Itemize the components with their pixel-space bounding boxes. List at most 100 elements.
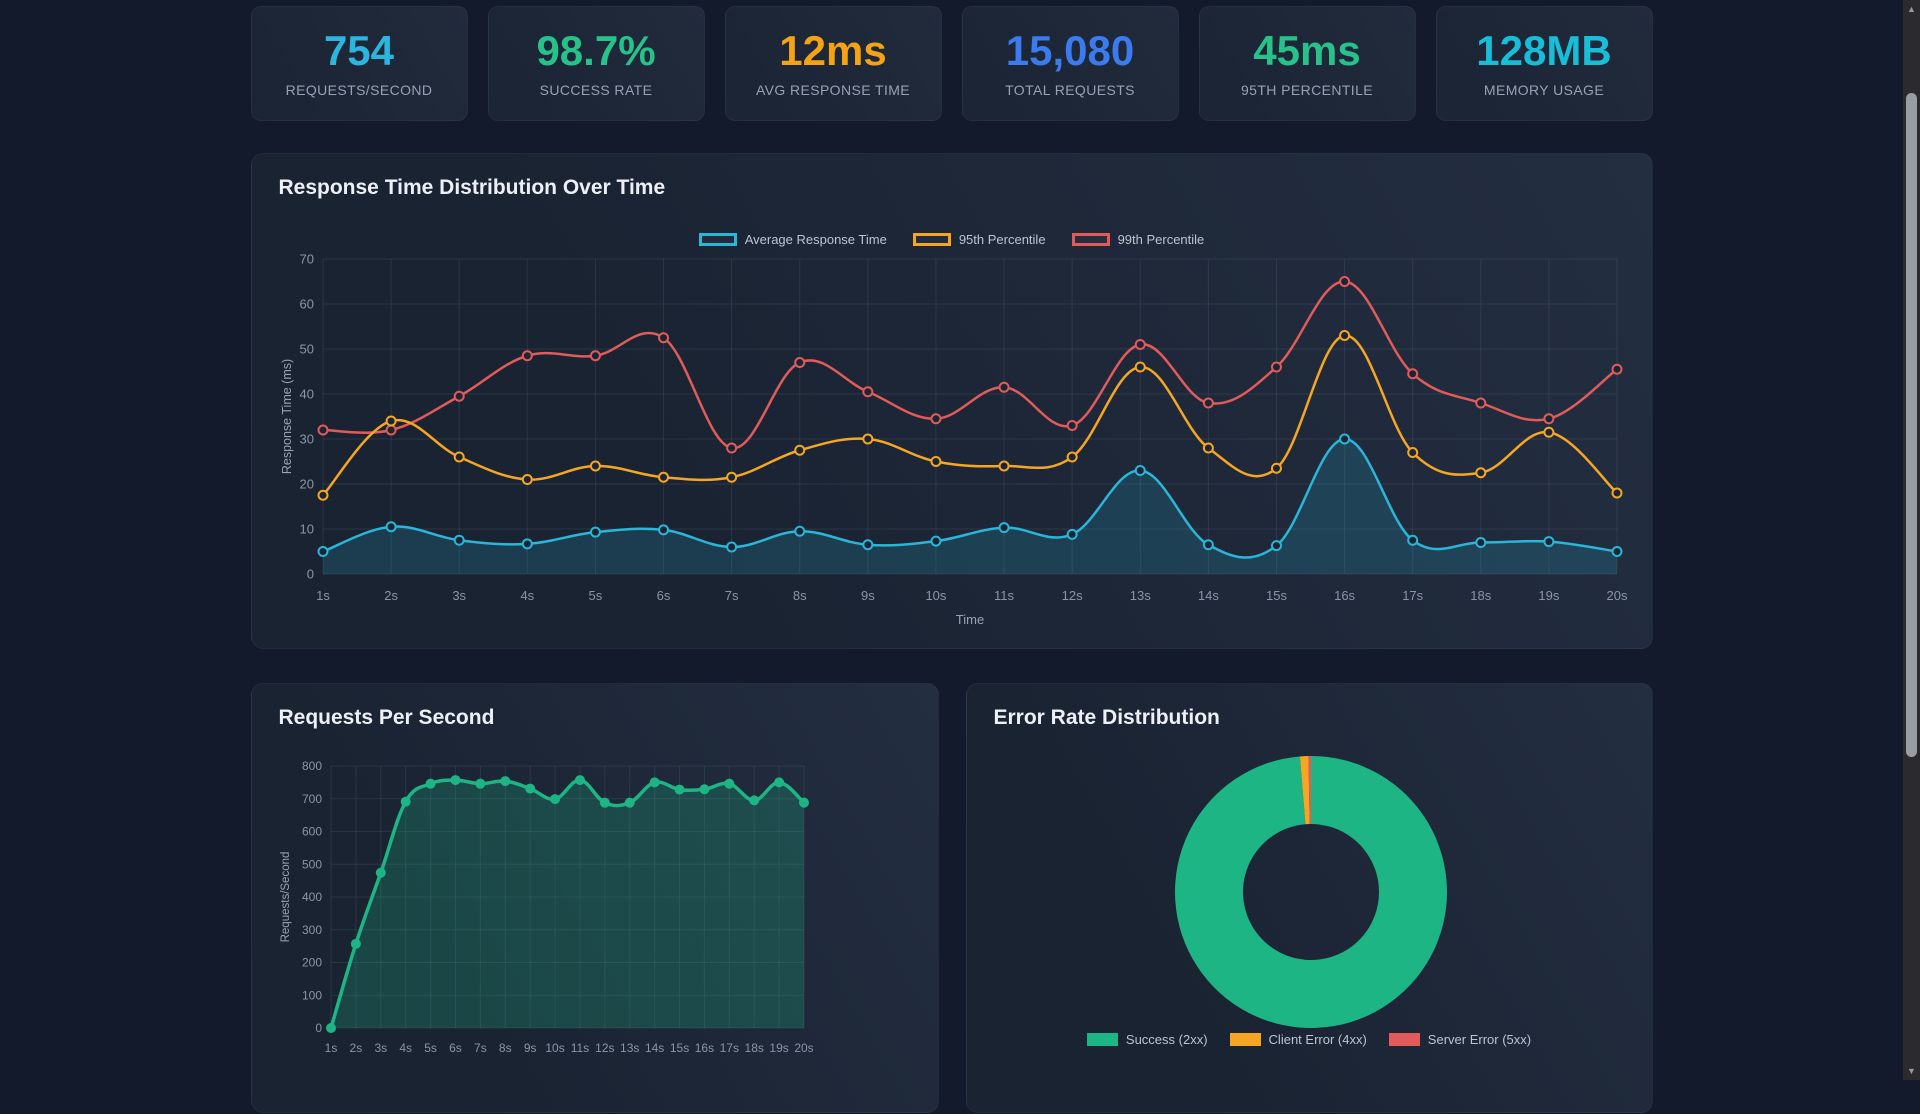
legend-item-client-error-4xx[interactable]: Client Error (4xx)	[1230, 1032, 1367, 1047]
svg-text:8s: 8s	[792, 588, 806, 603]
legend-item-success-2xx[interactable]: Success (2xx)	[1087, 1032, 1208, 1047]
svg-text:0: 0	[315, 1021, 322, 1035]
svg-text:19s: 19s	[769, 1041, 788, 1055]
legend-item-server-error-5xx[interactable]: Server Error (5xx)	[1389, 1032, 1531, 1047]
svg-text:70: 70	[299, 251, 313, 266]
stat-value: 98.7%	[536, 30, 655, 72]
svg-text:16s: 16s	[694, 1041, 713, 1055]
stat-value: 45ms	[1253, 30, 1360, 72]
stat-card-success-rate: 98.7% SUCCESS RATE	[488, 6, 705, 121]
legend-label: Client Error (4xx)	[1269, 1032, 1367, 1047]
requests-per-second-line-chart: 0 100 200 300 400 500 600 700 800 1s 2s 3s 4s 5s 6s 7s 8…	[252, 684, 940, 1114]
stat-label: AVG RESPONSE TIME	[756, 82, 910, 98]
svg-text:1s: 1s	[324, 1041, 337, 1055]
svg-text:400: 400	[301, 890, 321, 904]
svg-text:4s: 4s	[399, 1041, 412, 1055]
svg-text:10s: 10s	[545, 1041, 564, 1055]
svg-text:7s: 7s	[474, 1041, 487, 1055]
svg-text:6s: 6s	[656, 588, 670, 603]
stat-label: MEMORY USAGE	[1484, 82, 1604, 98]
svg-text:19s: 19s	[1538, 588, 1559, 603]
svg-text:20s: 20s	[1606, 588, 1627, 603]
svg-text:8s: 8s	[498, 1041, 511, 1055]
svg-text:17s: 17s	[1402, 588, 1423, 603]
x-axis-title: Time	[955, 612, 983, 627]
svg-text:18s: 18s	[1470, 588, 1491, 603]
svg-text:5s: 5s	[424, 1041, 437, 1055]
dashboard-page: 754 REQUESTS/SECOND 98.7% SUCCESS RATE 1…	[0, 0, 1903, 1080]
svg-text:600: 600	[301, 825, 321, 839]
requests-per-second-panel: Requests Per Second 01002003004005006007…	[251, 683, 939, 1113]
stat-card-avg-response-time: 12ms AVG RESPONSE TIME	[725, 6, 942, 121]
svg-text:2s: 2s	[349, 1041, 362, 1055]
stat-value: 15,080	[1006, 30, 1134, 72]
error-rate-legend: Success (2xx) Client Error (4xx) Server …	[967, 1032, 1652, 1047]
svg-text:10s: 10s	[925, 588, 946, 603]
svg-text:50: 50	[299, 341, 313, 356]
scrollbar[interactable]: ▲ ▼	[1903, 0, 1920, 1080]
svg-text:3s: 3s	[374, 1041, 387, 1055]
stat-label: TOTAL REQUESTS	[1005, 82, 1135, 98]
legend-label: Success (2xx)	[1126, 1032, 1208, 1047]
svg-text:300: 300	[301, 923, 321, 937]
svg-text:13s: 13s	[1129, 588, 1150, 603]
svg-text:100: 100	[301, 988, 321, 1002]
series-99th-percentile	[318, 277, 1621, 453]
svg-text:1s: 1s	[316, 588, 330, 603]
error-rate-donut-chart	[967, 684, 1654, 1114]
svg-text:20s: 20s	[794, 1041, 813, 1055]
stat-label: 95TH PERCENTILE	[1241, 82, 1373, 98]
svg-text:500: 500	[301, 857, 321, 871]
scroll-up-icon[interactable]: ▲	[1903, 1, 1920, 17]
svg-text:20: 20	[299, 476, 313, 491]
svg-text:15s: 15s	[669, 1041, 688, 1055]
stat-label: REQUESTS/SECOND	[286, 82, 433, 98]
svg-text:7s: 7s	[724, 588, 738, 603]
svg-text:6s: 6s	[449, 1041, 462, 1055]
svg-text:12s: 12s	[595, 1041, 614, 1055]
legend-swatch-success	[1087, 1033, 1118, 1046]
svg-text:11s: 11s	[994, 588, 1014, 603]
stat-label: SUCCESS RATE	[540, 82, 653, 98]
svg-text:40: 40	[299, 386, 313, 401]
svg-text:30: 30	[299, 431, 313, 446]
svg-text:14s: 14s	[644, 1041, 663, 1055]
svg-text:0: 0	[306, 566, 313, 581]
scroll-down-icon[interactable]: ▼	[1903, 1063, 1920, 1079]
legend-swatch-server-error	[1389, 1033, 1420, 1046]
error-rate-panel: Error Rate Distribution Success (2xx) Cl…	[966, 683, 1653, 1113]
stat-value: 128MB	[1476, 30, 1611, 72]
series-requests-per-second	[327, 776, 808, 1032]
svg-text:4s: 4s	[520, 588, 534, 603]
y-axis-title: Requests/Second	[280, 852, 292, 943]
svg-text:800: 800	[301, 759, 321, 773]
svg-text:9s: 9s	[523, 1041, 536, 1055]
bottom-row: Requests Per Second 01002003004005006007…	[251, 683, 1653, 1113]
svg-text:2s: 2s	[384, 588, 398, 603]
svg-text:700: 700	[301, 792, 321, 806]
stats-row: 754 REQUESTS/SECOND 98.7% SUCCESS RATE 1…	[251, 6, 1653, 121]
stat-value: 12ms	[779, 30, 886, 72]
grid-lines	[323, 259, 1617, 574]
legend-label: Server Error (5xx)	[1428, 1032, 1531, 1047]
series-average-response-time	[318, 435, 1621, 575]
stat-card-total-requests: 15,080 TOTAL REQUESTS	[962, 6, 1179, 121]
svg-text:5s: 5s	[588, 588, 602, 603]
scrollbar-thumb[interactable]	[1906, 93, 1917, 757]
svg-text:200: 200	[301, 956, 321, 970]
svg-text:18s: 18s	[744, 1041, 763, 1055]
stat-card-95th-percentile: 45ms 95TH PERCENTILE	[1199, 6, 1416, 121]
svg-text:14s: 14s	[1197, 588, 1218, 603]
legend-swatch-client-error	[1230, 1033, 1261, 1046]
svg-text:12s: 12s	[1061, 588, 1082, 603]
response-time-chart-panel: Response Time Distribution Over Time Ave…	[251, 153, 1653, 649]
svg-text:11s: 11s	[570, 1041, 588, 1055]
stat-value: 754	[324, 30, 394, 72]
svg-text:60: 60	[299, 296, 313, 311]
svg-text:9s: 9s	[860, 588, 874, 603]
stat-card-memory-usage: 128MB MEMORY USAGE	[1436, 6, 1653, 121]
response-time-line-chart: 0102030405060701s2s3s4s5s6s7s8s9s10s11s1…	[252, 154, 1654, 650]
series-95th-percentile	[318, 331, 1621, 500]
y-axis-title: Response Time (ms)	[280, 359, 294, 474]
svg-text:17s: 17s	[719, 1041, 738, 1055]
